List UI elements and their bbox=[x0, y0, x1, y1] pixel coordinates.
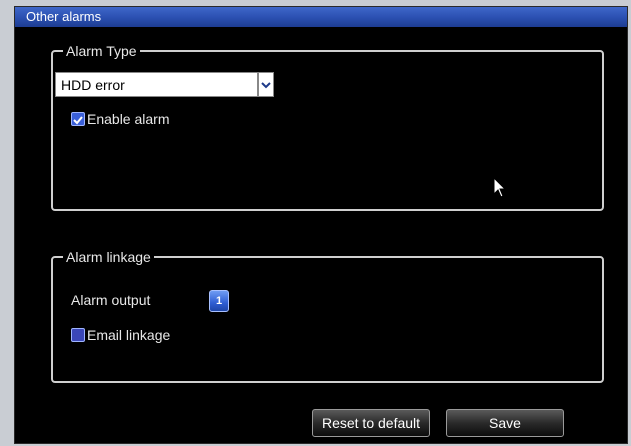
dropdown-button[interactable] bbox=[258, 72, 274, 97]
reset-to-default-button[interactable]: Reset to default bbox=[312, 409, 430, 437]
checkmark-icon bbox=[73, 116, 83, 125]
save-button[interactable]: Save bbox=[446, 409, 564, 437]
mouse-cursor-icon bbox=[493, 177, 507, 198]
alarm-output-1-button[interactable]: 1 bbox=[209, 290, 229, 312]
alarm-type-legend: Alarm Type bbox=[63, 42, 140, 60]
email-linkage-checkbox[interactable] bbox=[71, 328, 85, 342]
alarm-linkage-legend: Alarm linkage bbox=[63, 248, 154, 266]
email-linkage-label: Email linkage bbox=[87, 327, 171, 343]
title-bar[interactable]: Other alarms bbox=[15, 7, 627, 27]
alarm-type-select[interactable]: HDD error bbox=[55, 72, 258, 97]
enable-alarm-checkbox[interactable] bbox=[71, 112, 85, 126]
alarm-output-label: Alarm output bbox=[71, 292, 151, 308]
window-title: Other alarms bbox=[26, 9, 102, 24]
chevron-down-icon bbox=[261, 82, 271, 89]
enable-alarm-label: Enable alarm bbox=[87, 111, 170, 127]
alarm-linkage-group: Alarm linkage bbox=[51, 248, 604, 383]
